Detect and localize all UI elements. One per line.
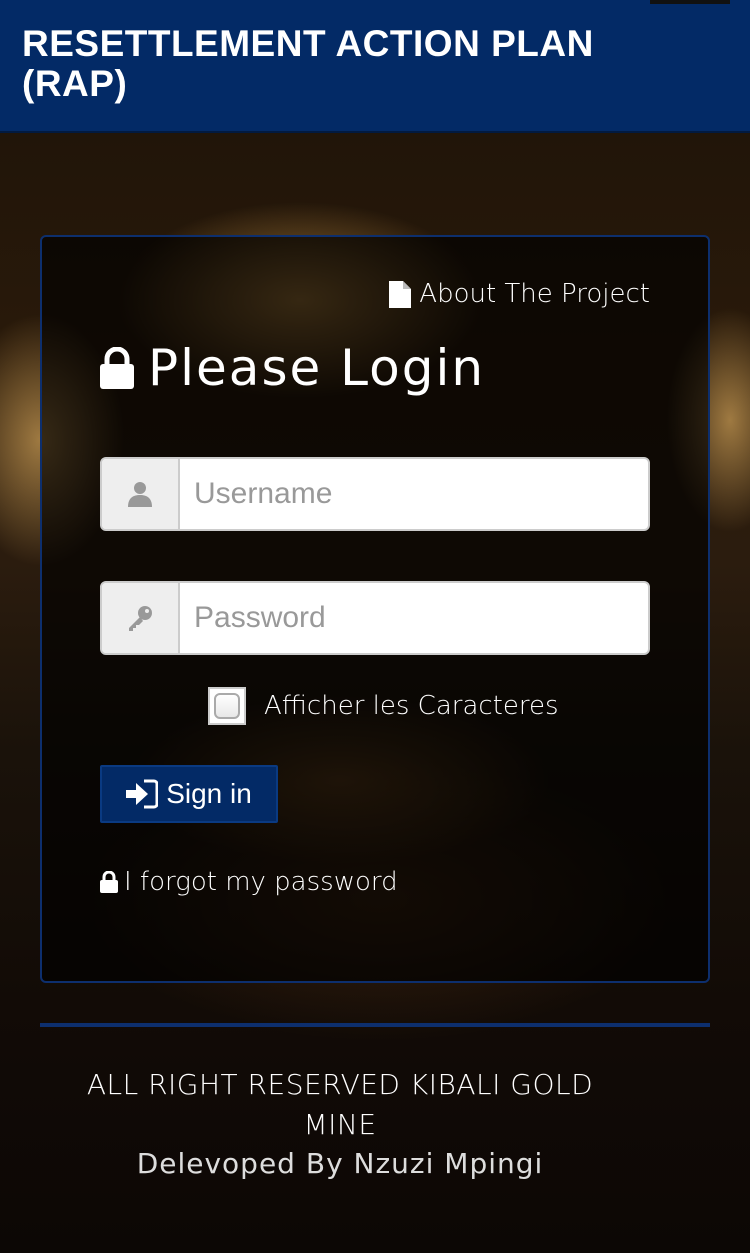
show-characters-option: Afficher les Caracteres [208, 687, 559, 725]
checkbox-box [214, 693, 240, 719]
show-characters-checkbox[interactable] [208, 687, 246, 725]
password-group [100, 581, 650, 655]
lock-icon [100, 347, 134, 389]
sign-in-icon [126, 779, 159, 809]
forgot-password-label: I forgot my password [124, 867, 398, 897]
login-heading: Please Login [100, 339, 485, 397]
login-title-text: Please Login [148, 339, 486, 397]
footer-developer-credit: Delevoped By Nzuzi Mpingi [136, 1147, 544, 1180]
username-input[interactable] [180, 459, 648, 529]
file-icon [389, 280, 412, 308]
about-project-label: About The Project [419, 279, 650, 309]
header-tab-indicator [650, 0, 730, 4]
footer-divider [40, 1023, 710, 1027]
username-addon [102, 459, 180, 529]
about-project-link[interactable]: About The Project [389, 279, 650, 309]
footer-copyright: ALL RIGHT RESERVED KIBALI GOLD MINE [86, 1068, 594, 1141]
user-icon [128, 482, 152, 507]
app-header: RESETTLEMENT ACTION PLAN (RAP) [0, 0, 750, 133]
sign-in-button[interactable]: Sign in [100, 765, 278, 823]
login-panel: About The Project Please Login Username … [40, 235, 710, 983]
password-addon [102, 583, 180, 653]
forgot-password-link[interactable]: I forgot my password [100, 867, 398, 897]
app-title: RESETTLEMENT ACTION PLAN (RAP) [22, 23, 594, 104]
username-group [100, 457, 650, 531]
key-icon [129, 606, 152, 631]
lock-icon [100, 871, 118, 893]
show-characters-label[interactable]: Afficher les Caracteres [264, 691, 559, 721]
sign-in-label: Sign in [166, 778, 252, 809]
password-input[interactable] [180, 583, 648, 653]
